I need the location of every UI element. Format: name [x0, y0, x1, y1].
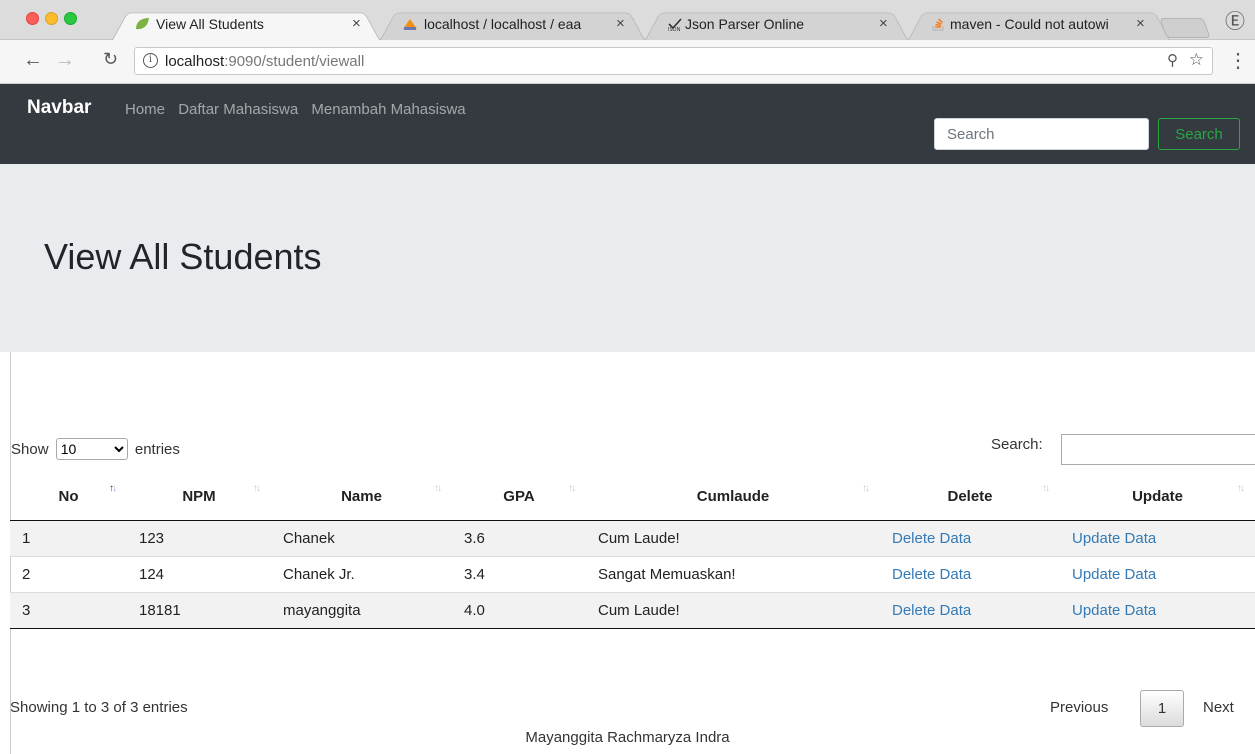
page-title: View All Students — [44, 236, 322, 277]
table-search-control: Search: — [991, 434, 1255, 465]
svg-text:JSON: JSON — [667, 27, 681, 31]
search-label: Search: — [991, 436, 1043, 453]
tab-close-icon[interactable]: × — [879, 15, 888, 32]
cell-npm: 124 — [127, 555, 271, 592]
zoom-icon[interactable]: ⚲ — [1167, 51, 1178, 69]
cell-no: 2 — [10, 555, 127, 592]
table-info: Showing 1 to 3 of 3 entries — [10, 699, 188, 716]
cell-npm: 123 — [127, 519, 271, 556]
browser-tab-phpmyadmin[interactable]: localhost / localhost / eaa × — [380, 8, 645, 40]
cell-cumlaude: Sangat Memuaskan! — [586, 555, 880, 592]
next-page-button[interactable]: Next — [1203, 699, 1234, 716]
table-row: 1 123 Chanek 3.6 Cum Laude! Delete Data … — [10, 519, 1255, 556]
table-row: 3 18181 mayanggita 4.0 Cum Laude! Delete… — [10, 591, 1255, 629]
tab-close-icon[interactable]: × — [1136, 15, 1145, 32]
nav-link-home[interactable]: Home — [125, 101, 165, 118]
browser-titlebar: View All Students × localhost / localhos… — [0, 0, 1255, 40]
page-length-select[interactable]: 10 — [55, 438, 128, 460]
minimize-window-button[interactable] — [45, 12, 58, 25]
cell-npm: 18181 — [127, 591, 271, 629]
sort-ascending-icon: ↑↓ — [109, 483, 117, 494]
nav-link-menambah-mahasiswa[interactable]: Menambah Mahasiswa — [311, 101, 465, 118]
sort-icon: ↑↓ — [1237, 483, 1245, 494]
update-data-link[interactable]: Update Data — [1060, 591, 1255, 629]
cell-gpa: 3.6 — [452, 519, 586, 556]
table-header-row: No ↑↓ NPM ↑↓ Name ↑↓ GPA ↑↓ Cumlaude ↑↓ Delet… — [10, 473, 1255, 521]
browser-tab-stackoverflow[interactable]: maven - Could not autowi × — [908, 8, 1170, 40]
previous-page-button[interactable]: Previous — [1050, 699, 1108, 716]
cell-cumlaude: Cum Laude! — [586, 519, 880, 556]
navbar: Navbar Home Daftar Mahasiswa Menambah Ma… — [0, 84, 1255, 164]
footer: Mayanggita Rachmaryza Indra — [525, 729, 730, 746]
sort-icon: ↑↓ — [568, 483, 576, 494]
column-header-update[interactable]: Update ↑↓ — [1060, 473, 1255, 521]
table-row: 2 124 Chanek Jr. 3.4 Sangat Memuaskan! D… — [10, 555, 1255, 592]
bookmark-star-icon[interactable]: ☆ — [1189, 50, 1204, 70]
entries-label: entries — [134, 441, 180, 458]
students-table: No ↑↓ NPM ↑↓ Name ↑↓ GPA ↑↓ Cumlaude ↑↓ Delet… — [10, 473, 1255, 629]
back-arrow-icon[interactable]: ← — [23, 49, 43, 72]
reload-icon[interactable]: ↻ — [103, 49, 118, 70]
phpmyadmin-icon — [403, 19, 417, 30]
navbar-search-button[interactable]: Search — [1158, 118, 1240, 150]
cell-no: 1 — [10, 519, 127, 556]
column-header-no[interactable]: No ↑↓ — [10, 473, 127, 521]
column-header-cumlaude[interactable]: Cumlaude ↑↓ — [586, 473, 880, 521]
cell-name: mayanggita — [271, 591, 452, 629]
browser-menu-icon[interactable]: ⋮ — [1228, 48, 1248, 73]
tab-title: localhost / localhost / eaa — [424, 16, 582, 32]
cell-gpa: 4.0 — [452, 591, 586, 629]
sort-icon: ↑↓ — [862, 483, 870, 494]
new-tab-button[interactable] — [1159, 18, 1211, 38]
maximize-window-button[interactable] — [64, 12, 77, 25]
navbar-search-input[interactable] — [934, 118, 1149, 150]
browser-tab-json-parser[interactable]: JSON Json Parser Online × — [645, 8, 908, 40]
forward-arrow-icon[interactable]: → — [55, 49, 75, 72]
delete-data-link[interactable]: Delete Data — [880, 555, 1060, 592]
nav-link-daftar-mahasiswa[interactable]: Daftar Mahasiswa — [178, 101, 298, 118]
sort-icon: ↑↓ — [1042, 483, 1050, 494]
browser-toolbar: ← → ↻ i localhost:9090/student/viewall ⚲… — [0, 40, 1255, 84]
column-header-gpa[interactable]: GPA ↑↓ — [452, 473, 586, 521]
column-header-delete[interactable]: Delete ↑↓ — [880, 473, 1060, 521]
tab-close-icon[interactable]: × — [352, 15, 361, 32]
sort-icon: ↑↓ — [253, 483, 261, 494]
url-text: localhost:9090/student/viewall — [165, 53, 365, 70]
sort-icon: ↑↓ — [434, 483, 442, 494]
address-bar[interactable]: i localhost:9090/student/viewall ⚲ ☆ — [134, 47, 1213, 75]
show-label: Show — [11, 441, 49, 458]
cell-name: Chanek — [271, 519, 452, 556]
close-window-button[interactable] — [26, 12, 39, 25]
browser-tab-view-all-students[interactable]: View All Students × — [112, 8, 380, 40]
cell-gpa: 3.4 — [452, 555, 586, 592]
cell-no: 3 — [10, 591, 127, 629]
delete-data-link[interactable]: Delete Data — [880, 591, 1060, 629]
cell-cumlaude: Cum Laude! — [586, 591, 880, 629]
navbar-brand[interactable]: Navbar — [27, 97, 91, 119]
column-header-name[interactable]: Name ↑↓ — [271, 473, 452, 521]
delete-data-link[interactable]: Delete Data — [880, 519, 1060, 556]
tab-close-icon[interactable]: × — [616, 15, 625, 32]
page-length-control: Show 10 entries — [11, 438, 180, 460]
tab-title: maven - Could not autowi — [950, 16, 1109, 32]
info-icon[interactable]: i — [143, 53, 158, 68]
spring-leaf-icon — [136, 18, 149, 30]
column-header-npm[interactable]: NPM ↑↓ — [127, 473, 271, 521]
cell-name: Chanek Jr. — [271, 555, 452, 592]
profile-icon[interactable]: Ⓔ — [1225, 5, 1245, 34]
update-data-link[interactable]: Update Data — [1060, 519, 1255, 556]
nav-links: Home Daftar Mahasiswa Menambah Mahasiswa — [125, 101, 475, 118]
json-icon: JSON — [667, 18, 682, 31]
page-1-button[interactable]: 1 — [1140, 690, 1184, 727]
tab-title: Json Parser Online — [685, 16, 805, 32]
stackoverflow-icon — [932, 18, 944, 31]
update-data-link[interactable]: Update Data — [1060, 555, 1255, 592]
jumbotron: View All Students — [0, 164, 1255, 352]
table-search-input[interactable] — [1061, 434, 1255, 465]
tab-title: View All Students — [156, 16, 264, 32]
